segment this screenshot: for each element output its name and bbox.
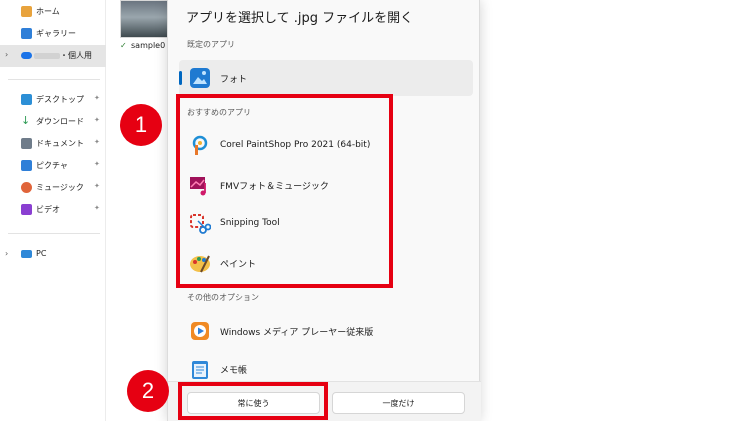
app-option-photos[interactable]: フォト: [179, 60, 473, 96]
sidebar-item-label: ミュージック: [36, 183, 84, 192]
pin-icon[interactable]: ✦: [94, 94, 100, 102]
sidebar-item-label: ギャラリー: [36, 29, 76, 38]
divider: [8, 79, 100, 80]
sidebar-item-label: デスクトップ: [36, 95, 84, 104]
dialog-title: アプリを選択して .jpg ファイルを開く: [186, 11, 414, 26]
highlight-recommended-apps: [176, 94, 393, 288]
sidebar-item-label: ホーム: [36, 7, 60, 16]
sidebar-item-label: ビデオ: [36, 205, 60, 214]
blurred-account-name: [34, 53, 60, 59]
sidebar-item-pictures[interactable]: ピクチャ ✦: [0, 155, 106, 177]
sidebar-item-music[interactable]: ミュージック ✦: [0, 177, 106, 199]
chevron-right-icon[interactable]: ›: [5, 249, 8, 258]
sidebar-item-videos[interactable]: ビデオ ✦: [0, 199, 106, 221]
gallery-icon: [21, 28, 32, 39]
sidebar-item-home[interactable]: ホーム: [0, 1, 106, 23]
sync-check-icon: ✓: [120, 41, 127, 50]
selection-indicator: [179, 71, 182, 85]
pin-icon[interactable]: ✦: [94, 138, 100, 146]
chevron-right-icon[interactable]: ›: [5, 50, 8, 59]
pictures-icon: [21, 160, 32, 171]
section-header-default: 既定のアプリ: [187, 40, 235, 49]
pin-icon[interactable]: ✦: [94, 182, 100, 190]
sidebar-item-downloads[interactable]: ↓ ダウンロード ✦: [0, 111, 106, 133]
just-once-button[interactable]: 一度だけ: [332, 392, 465, 414]
sidebar-item-label: ダウンロード: [36, 117, 84, 126]
step-2-badge: 2: [127, 370, 169, 412]
sidebar-item-label: ドキュメント: [36, 139, 84, 148]
app-name: フォト: [220, 75, 248, 85]
notepad-icon: [192, 361, 208, 379]
desktop-icon: [21, 94, 32, 105]
sidebar-item-label: ピクチャ: [36, 161, 68, 170]
home-icon: [21, 6, 32, 17]
videos-icon: [21, 204, 32, 215]
sidebar-item-label: ・個人用: [60, 51, 92, 60]
documents-icon: [21, 138, 32, 149]
app-name: メモ帳: [220, 366, 248, 376]
sidebar-item-documents[interactable]: ドキュメント ✦: [0, 133, 106, 155]
app-option-windows-media-player[interactable]: Windows メディア プレーヤー従来版: [179, 313, 473, 349]
sidebar-item-label: PC: [36, 249, 47, 258]
photos-icon: [190, 68, 210, 88]
onedrive-icon: [21, 52, 32, 59]
pc-icon: [21, 250, 32, 258]
windows-media-player-icon: [191, 322, 209, 340]
highlight-always-use: [178, 382, 328, 420]
sidebar-item-onedrive[interactable]: › ・個人用: [0, 45, 106, 67]
music-icon: [21, 182, 32, 193]
pin-icon[interactable]: ✦: [94, 160, 100, 168]
download-icon: ↓: [21, 114, 31, 127]
step-1-badge: 1: [120, 104, 162, 146]
pin-icon[interactable]: ✦: [94, 116, 100, 124]
sidebar-item-desktop[interactable]: デスクトップ ✦: [0, 89, 106, 111]
section-header-other: その他のオプション: [187, 293, 259, 302]
divider: [8, 233, 100, 234]
sidebar-item-pc[interactable]: › PC: [0, 244, 106, 266]
sidebar-item-gallery[interactable]: ギャラリー: [0, 23, 106, 45]
pin-icon[interactable]: ✦: [94, 204, 100, 212]
navigation-pane: ホーム ギャラリー › ・個人用 デスクトップ ✦ ↓ ダウンロード ✦ ドキュ…: [0, 0, 106, 421]
app-name: Windows メディア プレーヤー従来版: [220, 328, 374, 338]
